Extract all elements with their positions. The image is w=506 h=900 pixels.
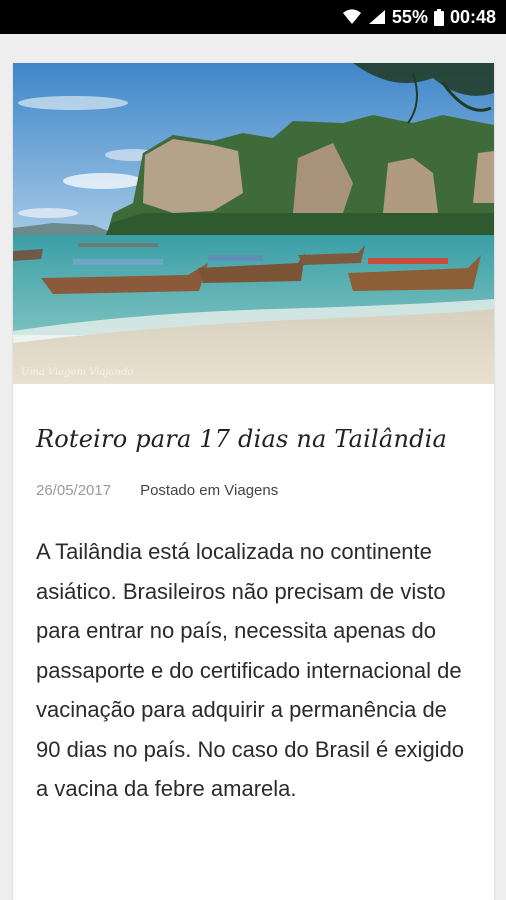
post-category[interactable]: Postado em Viagens xyxy=(140,482,278,499)
blog-feed[interactable]: Uma Viagem Viajando Roteiro para 17 dias… xyxy=(0,34,506,900)
wifi-icon xyxy=(342,9,362,25)
battery-icon xyxy=(433,8,444,26)
clock: 00:48 xyxy=(449,6,496,27)
signal-icon xyxy=(368,9,386,25)
post-date: 26/05/2017 xyxy=(36,482,112,499)
image-watermark: Uma Viagem Viajando xyxy=(21,367,133,378)
post-image[interactable]: Uma Viagem Viajando xyxy=(13,63,494,384)
post-meta: 26/05/2017 Postado em Viagens xyxy=(36,482,278,499)
battery-percent: 55% xyxy=(391,6,428,27)
post-title[interactable]: Roteiro para 17 dias na Tailândia xyxy=(36,425,447,453)
post-card[interactable]: Uma Viagem Viajando Roteiro para 17 dias… xyxy=(13,63,494,900)
status-bar: 55% 00:48 xyxy=(0,0,506,34)
post-excerpt: A Tailândia está localizada no continent… xyxy=(36,539,465,801)
